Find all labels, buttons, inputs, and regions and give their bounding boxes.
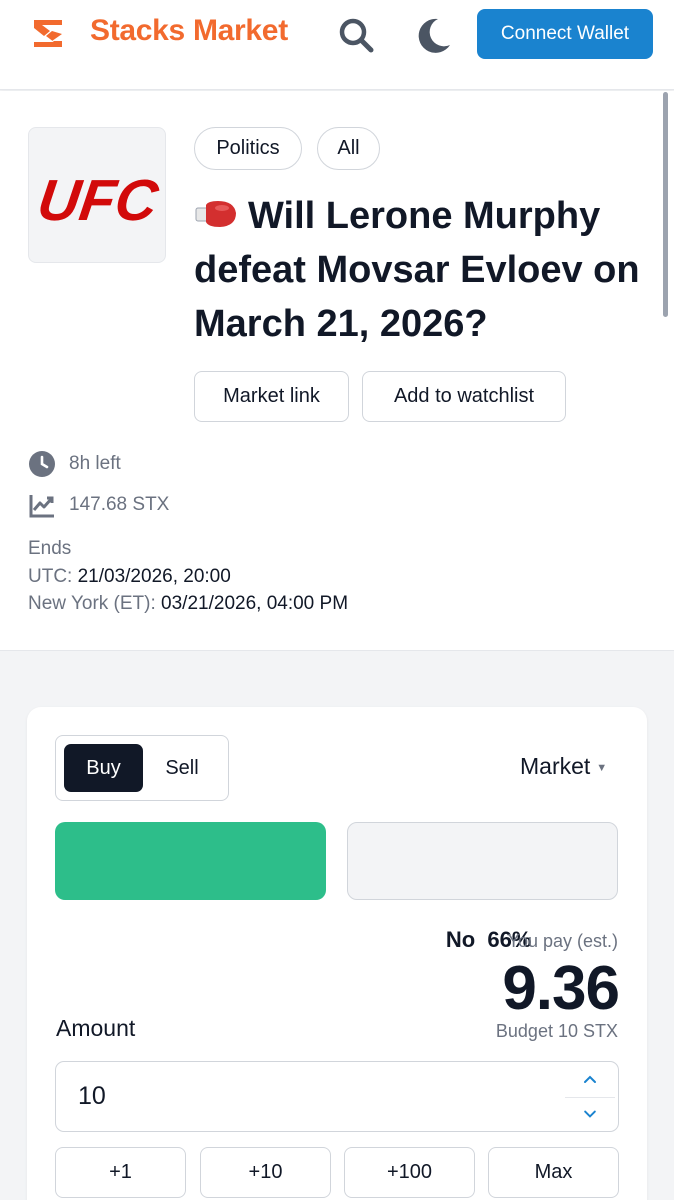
quick-add-100-button[interactable]: +100 — [344, 1147, 475, 1198]
no-outcome-button[interactable]: No 66% — [347, 822, 618, 952]
connect-wallet-button[interactable]: Connect Wallet — [477, 9, 653, 59]
brand-name[interactable]: Stacks Market — [90, 14, 288, 48]
budget-text: Budget 10 STX — [495, 1021, 618, 1041]
amount-input[interactable] — [55, 1061, 619, 1132]
stacks-logo-icon[interactable] — [30, 16, 66, 52]
time-left-text: 8h left — [69, 453, 121, 474]
order-type-value: Market — [520, 753, 591, 779]
max-button[interactable]: Max — [488, 1147, 619, 1198]
ends-label: Ends — [28, 538, 72, 559]
sell-tab[interactable]: Sell — [143, 744, 221, 792]
ufc-logo-image: UFC — [34, 168, 163, 233]
market-link-button[interactable]: Market link — [194, 371, 349, 422]
moon-icon[interactable] — [412, 13, 456, 57]
order-type-select[interactable]: Market ▼ — [520, 753, 607, 780]
boxing-glove-icon — [195, 200, 236, 227]
ny-value: 03/21/2026, 04:00 PM — [161, 593, 349, 614]
utc-label: UTC: — [28, 565, 73, 587]
tag-politics[interactable]: Politics — [194, 127, 302, 170]
scrollbar[interactable] — [663, 92, 668, 317]
ny-end-row: New York (ET): 03/21/2026, 04:00 PM — [28, 590, 348, 618]
search-icon[interactable] — [334, 13, 378, 57]
add-to-watchlist-button[interactable]: Add to watchlist — [362, 371, 566, 422]
end-times: Ends UTC: 21/03/2026, 20:00 New York (ET… — [28, 535, 348, 618]
market-title-text: Will Lerone Murphy defeat Movsar Evloev … — [194, 195, 640, 345]
no-label: No — [445, 927, 476, 952]
you-pay-label: You pay (est.) — [507, 931, 618, 951]
top-nav: Stacks Market Connect Wallet — [0, 0, 674, 90]
quick-add-1-button[interactable]: +1 — [55, 1147, 186, 1198]
utc-value: 21/03/2026, 20:00 — [77, 565, 231, 587]
caret-down-icon: ▼ — [596, 762, 608, 774]
yes-outcome-button[interactable]: Yes 34% — [55, 822, 326, 951]
volume-text: 147.68 STX — [69, 494, 170, 515]
market-title: Will Lerone Murphy defeat Movsar Evloev … — [194, 189, 650, 351]
tag-all[interactable]: All — [317, 127, 380, 170]
chevron-down-icon[interactable] — [565, 1097, 615, 1130]
clock-icon — [29, 451, 55, 477]
yes-pct: 34% — [199, 926, 244, 951]
yes-label: Yes — [149, 926, 188, 951]
quick-add-10-button[interactable]: +10 — [200, 1147, 331, 1198]
chevron-up-icon[interactable] — [565, 1063, 615, 1096]
trending-chart-icon — [29, 495, 54, 518]
utc-end-row: UTC: 21/03/2026, 20:00 — [28, 563, 348, 591]
ufc-logo-text: UFC — [34, 168, 163, 233]
amount-label: Amount — [56, 1015, 136, 1041]
ny-label: New York (ET): — [28, 593, 156, 614]
buy-tab[interactable]: Buy — [64, 744, 143, 792]
you-pay-value: 9.36 — [502, 954, 620, 1023]
market-logo: UFC — [28, 127, 166, 263]
